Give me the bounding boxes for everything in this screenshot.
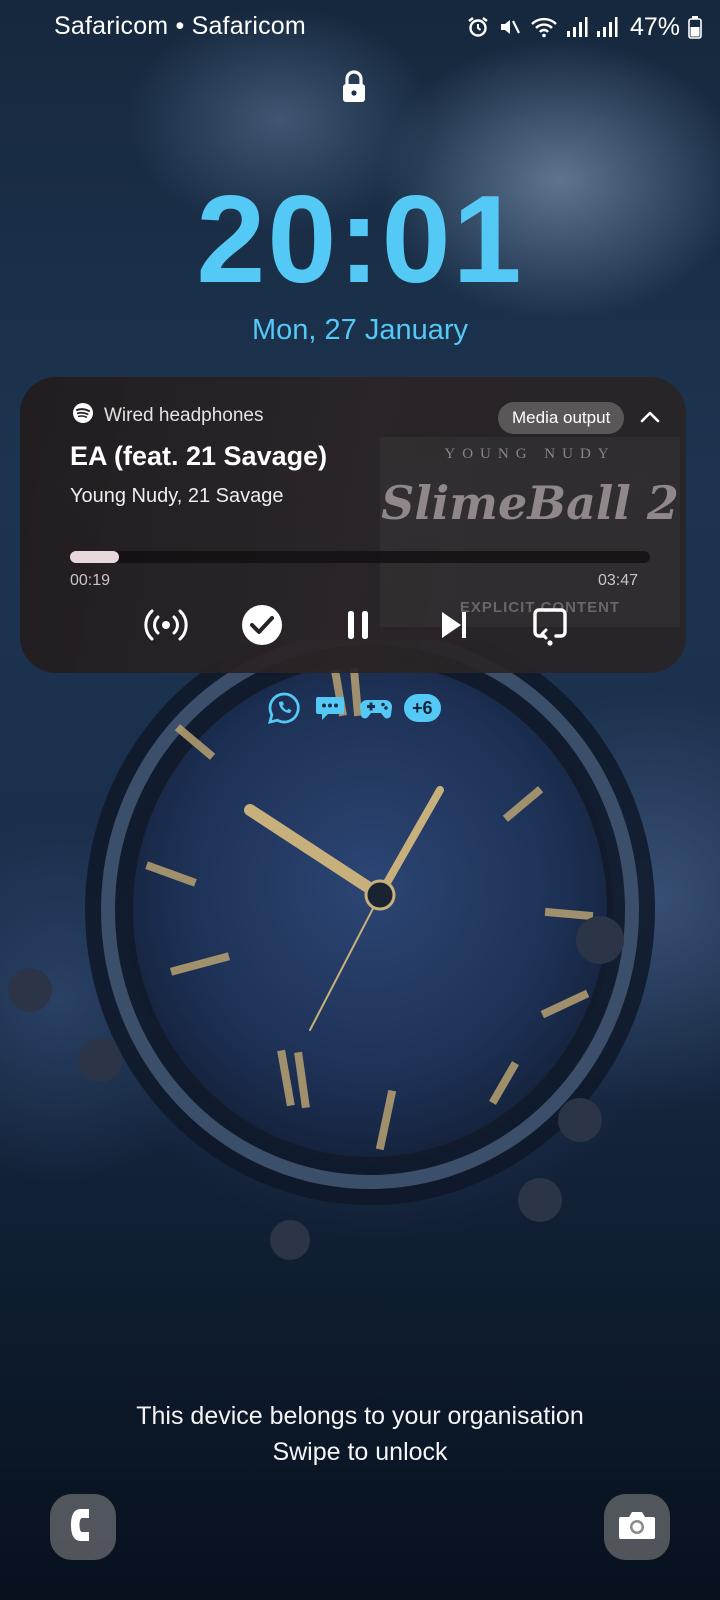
artwork-logo-text: SlimeBall 2 — [381, 476, 679, 530]
elapsed-time: 00:19 — [70, 572, 111, 589]
playback-progress — [70, 551, 119, 563]
status-icons: 47% — [466, 12, 702, 42]
playback-controls — [20, 599, 686, 651]
check-icon[interactable] — [236, 599, 288, 651]
whatsapp-icon[interactable] — [266, 690, 302, 726]
next-track-icon[interactable] — [428, 599, 480, 651]
playback-seekbar[interactable] — [70, 551, 650, 563]
alarm-icon — [466, 15, 490, 39]
more-notifications-badge[interactable]: +6 — [404, 694, 441, 722]
wifi-icon — [530, 15, 558, 39]
organisation-notice: This device belongs to your organisation — [136, 1402, 584, 1430]
battery-percent: 47% — [629, 12, 680, 41]
spotify-icon — [72, 402, 94, 429]
output-device-label: Wired headphones — [104, 404, 264, 426]
chevron-up-icon[interactable] — [638, 405, 662, 429]
lock-icon — [341, 70, 367, 104]
game-controller-icon[interactable] — [358, 690, 394, 726]
camera-shortcut-button[interactable] — [604, 1494, 670, 1560]
pause-icon[interactable] — [332, 599, 384, 651]
track-artist: Young Nudy, 21 Savage — [70, 485, 284, 507]
unlock-hint: Swipe to unlock — [272, 1438, 448, 1466]
phone-shortcut-button[interactable] — [50, 1494, 116, 1560]
artwork-artist-text: YOUNG NUDY — [444, 446, 615, 462]
status-bar: Safaricom • Safaricom 47% — [0, 0, 720, 54]
media-output-source: Wired headphones — [72, 402, 264, 429]
total-duration: 03:47 — [597, 572, 638, 589]
notification-icons[interactable]: +6 — [266, 688, 441, 728]
signal-icon — [566, 16, 588, 38]
lockscreen-clock: 20:01 — [196, 171, 524, 309]
mute-icon — [498, 15, 522, 39]
signal-icon — [596, 16, 618, 38]
messages-icon[interactable] — [312, 690, 348, 726]
carrier-name: Safaricom • Safaricom — [54, 12, 306, 40]
broadcast-icon[interactable] — [140, 599, 192, 651]
phone-icon — [65, 1505, 101, 1550]
battery-icon — [688, 15, 702, 39]
wallpaper-clock-image — [8, 640, 655, 1260]
camera-icon — [617, 1508, 657, 1547]
media-player-card[interactable]: YOUNG NUDY SlimeBall 2 EXPLICIT CONTENT … — [20, 377, 686, 673]
lockscreen-date: Mon, 27 January — [251, 314, 468, 346]
cast-icon[interactable] — [524, 599, 576, 651]
track-title: EA (feat. 21 Savage) — [70, 441, 328, 471]
media-output-button[interactable]: Media output — [498, 402, 625, 434]
